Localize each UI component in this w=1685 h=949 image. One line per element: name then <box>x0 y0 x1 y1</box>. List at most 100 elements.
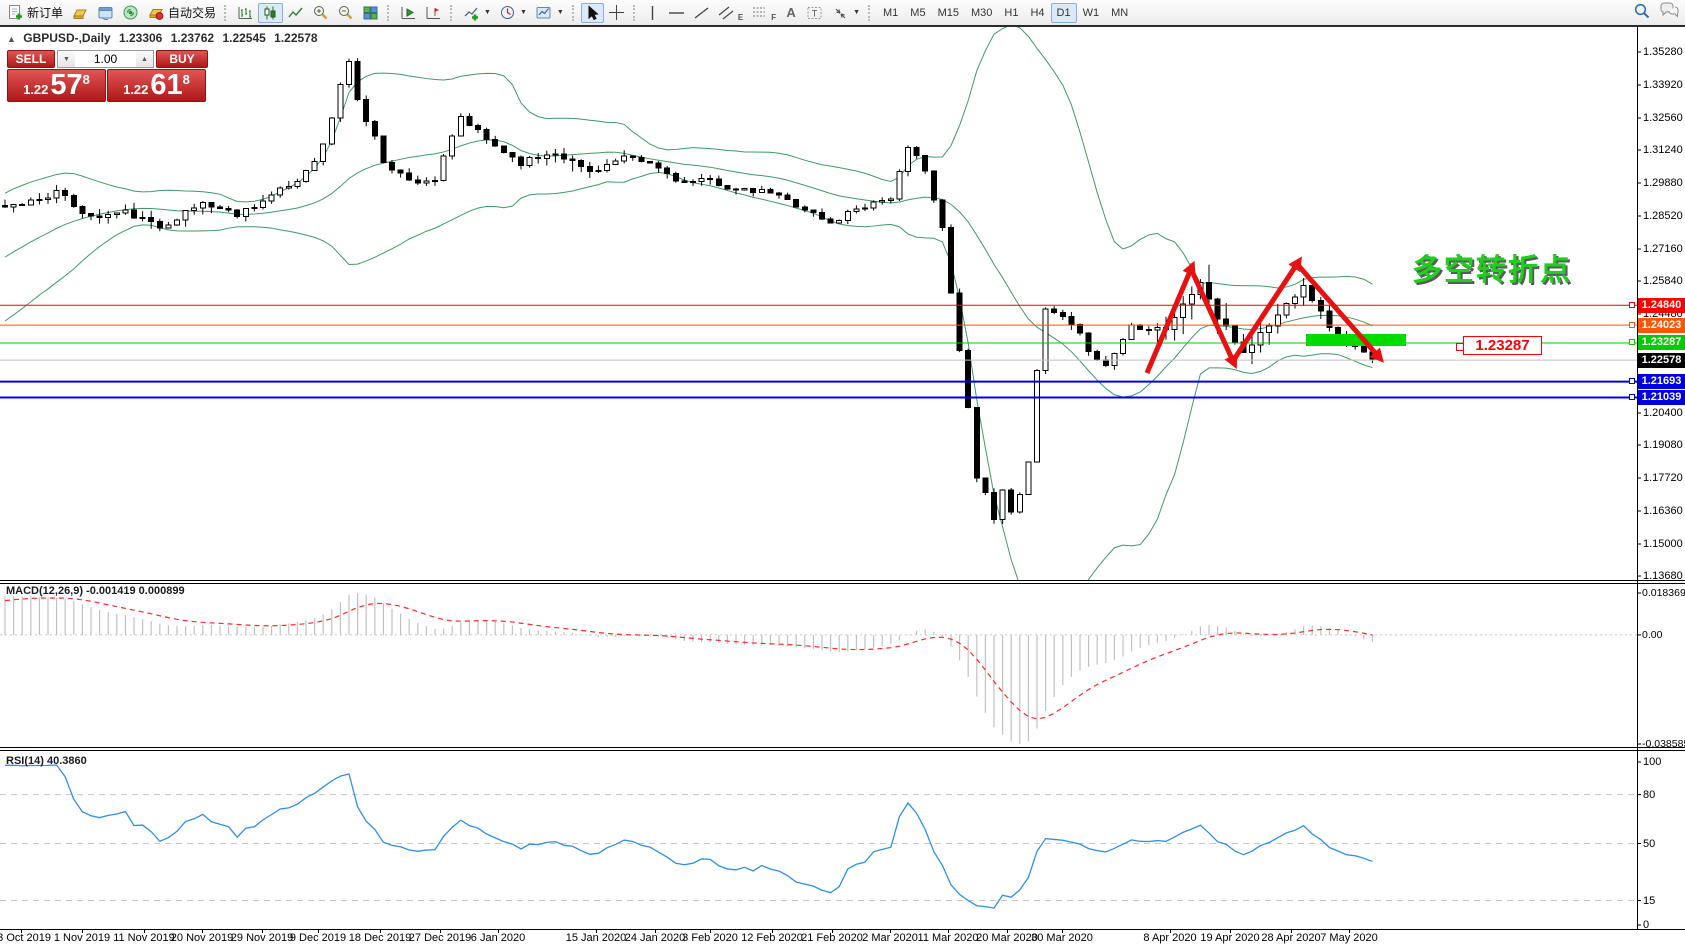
fibonacci-tool-button[interactable]: F <box>747 3 780 23</box>
chevron-down-icon: ▼ <box>484 9 491 16</box>
line-chart-icon <box>287 5 304 21</box>
tile-windows-button[interactable] <box>358 3 383 23</box>
terminal-window-button[interactable] <box>93 3 118 23</box>
sell-price-button[interactable]: 1.22 57 8 <box>7 69 106 102</box>
volume-input[interactable]: 1.00 <box>75 51 136 67</box>
text-label-icon: T <box>806 5 824 21</box>
chevron-down-icon: ▼ <box>520 9 527 16</box>
toolbar: 新订单 自动交易 ▼ ▼ <box>0 0 1685 25</box>
zoom-out-button[interactable] <box>333 3 358 23</box>
zoom-out-icon <box>337 4 354 21</box>
low-value: 1.22545 <box>222 31 265 45</box>
text-label-tool-button[interactable]: T <box>802 3 828 23</box>
price-tag-handle[interactable] <box>1456 343 1464 351</box>
new-order-button[interactable]: 新订单 <box>3 3 67 23</box>
auto-trading-button[interactable]: 自动交易 <box>143 3 220 23</box>
toolbar-separator <box>224 5 229 21</box>
auto-trading-label: 自动交易 <box>168 4 216 21</box>
bar-chart-button[interactable] <box>233 3 258 23</box>
timeframe-group: M1M5M15M30H1H4D1W1MN <box>877 3 1134 23</box>
zoom-in-icon <box>312 4 329 21</box>
cursor-icon <box>585 5 600 21</box>
candlestick-chart-button[interactable] <box>258 3 283 23</box>
text-tool-icon: A <box>786 5 795 20</box>
sell-price-prefix: 1.22 <box>23 82 48 97</box>
chart-profile-icon <box>535 5 553 21</box>
sell-button[interactable]: SELL <box>7 50 55 68</box>
auto-trading-icon <box>147 5 165 21</box>
close-value: 1.22578 <box>274 31 317 45</box>
fibo-letter: F <box>771 13 776 22</box>
buy-price-button[interactable]: 1.22 61 8 <box>107 69 206 102</box>
trendline-tool-button[interactable] <box>689 3 714 23</box>
zoom-in-button[interactable] <box>308 3 333 23</box>
new-order-label: 新订单 <box>27 4 63 21</box>
open-value: 1.23306 <box>119 31 162 45</box>
indicators-button[interactable]: ▼ <box>459 3 495 23</box>
collapse-quote-icon: ▲ <box>7 34 16 44</box>
channel-letter: E <box>738 13 743 22</box>
chart-shift-button[interactable] <box>421 3 446 23</box>
new-order-icon <box>7 4 24 21</box>
gold-ingot-icon <box>71 5 89 21</box>
timeframe-h4[interactable]: H4 <box>1024 3 1050 23</box>
mt4-terminal: { "toolbar": { "new_order_label": "新订单",… <box>0 0 1685 949</box>
price-tag-label[interactable]: 1.23287 <box>1463 336 1542 355</box>
auto-scroll-button[interactable] <box>396 3 421 23</box>
chart-profile-button[interactable]: ▼ <box>531 3 568 23</box>
timeframe-w1[interactable]: W1 <box>1077 3 1106 23</box>
timeframe-m30[interactable]: M30 <box>965 3 998 23</box>
arrows-tool-button[interactable]: ▼ <box>828 3 864 23</box>
chart-shift-icon <box>425 5 442 21</box>
channel-tool-button[interactable]: E <box>714 3 747 23</box>
timeframes-menu-button[interactable]: ▼ <box>495 3 531 23</box>
horizontal-line-tool-button[interactable] <box>664 3 689 23</box>
vertical-line-tool-button[interactable] <box>642 3 664 23</box>
terminal-window-icon <box>97 5 114 21</box>
bar-chart-icon <box>237 5 254 21</box>
timeframe-h1[interactable]: H1 <box>998 3 1024 23</box>
buy-button[interactable]: BUY <box>156 50 208 68</box>
chinese-annotation-text: 多空转折点 <box>1412 245 1572 289</box>
cursor-tool-button[interactable] <box>581 3 604 23</box>
gold-ingot-button[interactable] <box>67 3 93 23</box>
volume-decrease-button[interactable]: ▼ <box>58 51 75 67</box>
toolbar-separator <box>868 5 873 21</box>
candlestick-chart-icon <box>262 5 279 21</box>
clock-icon <box>499 4 516 21</box>
timeframe-m5[interactable]: M5 <box>904 3 931 23</box>
ohlc-header: ▲ GBPUSD-,Daily 1.23306 1.23762 1.22545 … <box>7 31 323 45</box>
indicators-icon <box>463 5 480 21</box>
volume-increase-button[interactable]: ▲ <box>136 51 153 67</box>
signal-button[interactable] <box>118 3 143 23</box>
sell-price-pip: 8 <box>83 72 90 87</box>
horizontal-line-icon <box>668 6 685 20</box>
auto-scroll-icon <box>400 5 417 21</box>
toolbar-separator <box>633 5 638 21</box>
signal-icon <box>122 4 139 21</box>
crosshair-icon <box>608 4 625 21</box>
symbol-period: GBPUSD-,Daily <box>23 31 110 45</box>
chat-icon[interactable] <box>1659 2 1679 20</box>
line-chart-button[interactable] <box>283 3 308 23</box>
buy-price-pip: 8 <box>183 72 190 87</box>
timeframe-m1[interactable]: M1 <box>877 3 904 23</box>
text-tool-button[interactable]: A <box>780 3 802 23</box>
fibonacci-icon <box>751 5 768 21</box>
volume-spinner: ▼ 1.00 ▲ <box>57 50 154 68</box>
timeframe-d1[interactable]: D1 <box>1051 3 1077 23</box>
toolbar-separator <box>572 5 577 21</box>
crosshair-tool-button[interactable] <box>604 3 629 23</box>
timeframe-m15[interactable]: M15 <box>932 3 965 23</box>
chart-canvas[interactable] <box>0 0 1685 949</box>
high-value: 1.23762 <box>171 31 214 45</box>
search-icon[interactable] <box>1633 2 1651 20</box>
chevron-down-icon: ▼ <box>557 9 564 16</box>
one-click-trading-panel: SELL ▼ 1.00 ▲ BUY 1.22 57 8 1.22 61 8 <box>7 50 208 102</box>
buy-price-prefix: 1.22 <box>123 82 148 97</box>
timeframe-mn[interactable]: MN <box>1105 3 1134 23</box>
svg-text:T: T <box>812 8 818 18</box>
trendline-icon <box>693 5 710 21</box>
toolbar-separator <box>450 5 455 21</box>
sell-price-main: 57 <box>50 71 82 100</box>
